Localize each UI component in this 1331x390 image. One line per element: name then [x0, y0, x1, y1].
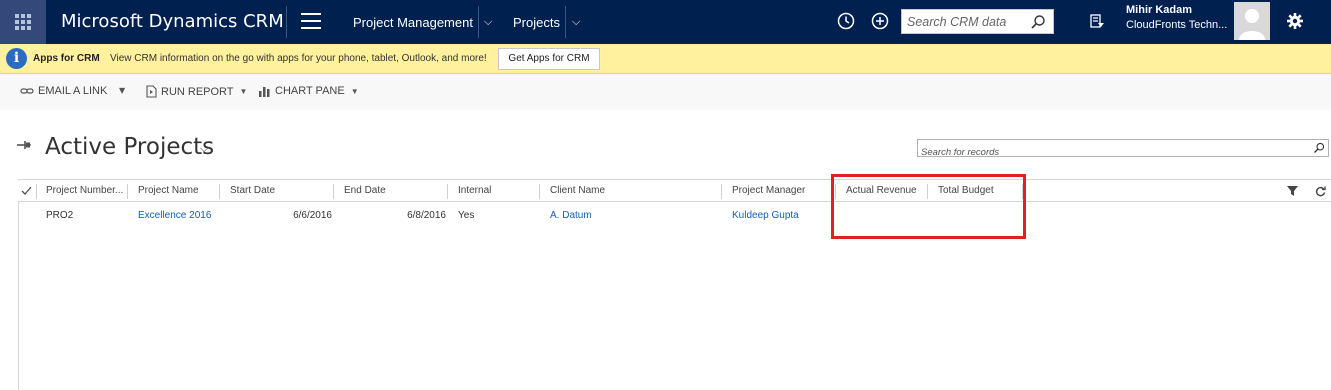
column-divider[interactable] [835, 184, 836, 199]
caret-down-icon: ▼ [239, 87, 248, 96]
column-divider[interactable] [539, 184, 540, 199]
caret-down-icon[interactable]: ▼ [119, 86, 125, 95]
cell-project-name-link[interactable]: Excellence 2016 [138, 210, 211, 221]
email-link-label: EMAIL A LINK [38, 85, 108, 97]
app-launcher-button[interactable] [0, 0, 46, 44]
column-divider[interactable] [927, 184, 928, 199]
column-header-client-name[interactable]: Client Name [550, 180, 700, 202]
link-icon [20, 88, 34, 94]
advanced-find-icon[interactable] [1089, 13, 1105, 29]
chevron-down-icon[interactable]: ⌵ [572, 15, 580, 29]
column-divider[interactable] [1022, 184, 1023, 199]
avatar[interactable] [1234, 2, 1270, 40]
global-search-box[interactable] [901, 9, 1054, 34]
cell-internal: Yes [458, 210, 475, 221]
chart-pane-button[interactable]: CHART PANE ▼ [258, 85, 359, 97]
divider [478, 6, 479, 38]
notification-title: Apps for CRM [33, 53, 100, 64]
hamburger-menu-icon[interactable] [301, 13, 321, 29]
waffle-icon [15, 14, 31, 30]
filter-funnel-icon[interactable] [1287, 186, 1298, 196]
search-icon[interactable] [1313, 142, 1325, 154]
grid-border [18, 202, 19, 390]
cell-end-date: 6/8/2016 [407, 210, 446, 221]
email-link-button[interactable]: EMAIL A LINK [20, 85, 107, 97]
column-header-total-budget[interactable]: Total Budget [938, 180, 1018, 202]
cell-start-date: 6/6/2016 [293, 210, 332, 221]
global-search-input[interactable] [902, 10, 1026, 33]
refresh-icon[interactable] [1315, 186, 1326, 197]
user-avatar-icon [1239, 9, 1265, 40]
select-all-checkmark-icon[interactable] [21, 185, 32, 196]
report-icon [146, 85, 157, 98]
record-search-box[interactable] [917, 139, 1329, 161]
command-bar: EMAIL A LINK ▼ RUN REPORT ▼ CHART PANE ▼ [0, 74, 1331, 110]
column-divider[interactable] [333, 184, 334, 199]
column-header-internal[interactable]: Internal [458, 180, 538, 202]
column-header-project-name[interactable]: Project Name [138, 180, 218, 202]
brand-title[interactable]: Microsoft Dynamics CRM [61, 11, 284, 32]
run-report-button[interactable]: RUN REPORT ▼ [146, 85, 247, 98]
nav-entity-projects[interactable]: Projects [513, 15, 560, 30]
column-divider[interactable] [721, 184, 722, 199]
gear-icon[interactable] [1286, 12, 1304, 30]
top-nav-bar: Microsoft Dynamics CRM Project Managemen… [0, 0, 1331, 44]
notification-message: View CRM information on the go with apps… [110, 53, 487, 64]
recent-clock-icon[interactable] [837, 12, 855, 30]
column-divider [36, 184, 37, 199]
chevron-down-icon[interactable]: ⌵ [200, 142, 208, 156]
chart-icon [259, 87, 270, 97]
cell-project-manager-link[interactable]: Kuldeep Gupta [732, 210, 799, 221]
chart-pane-label: CHART PANE [275, 85, 345, 97]
column-divider[interactable] [127, 184, 128, 199]
column-header-project-manager[interactable]: Project Manager [732, 180, 832, 202]
view-title[interactable]: Active Projects [45, 134, 214, 160]
run-report-label: RUN REPORT [161, 85, 234, 98]
column-header-start-date[interactable]: Start Date [230, 180, 330, 202]
get-apps-button[interactable]: Get Apps for CRM [498, 48, 600, 70]
column-header-project-number[interactable]: Project Number... [46, 180, 126, 202]
cell-client-name-link[interactable]: A. Datum [550, 210, 592, 221]
column-divider[interactable] [219, 184, 220, 199]
user-organization[interactable]: CloudFronts Techn... [1126, 19, 1227, 31]
column-header-end-date[interactable]: End Date [344, 180, 444, 202]
search-icon[interactable] [1030, 14, 1046, 30]
caret-down-icon: ▼ [350, 86, 359, 96]
cell-project-number: PRO2 [46, 210, 74, 221]
chevron-down-icon[interactable]: ⌵ [484, 15, 492, 29]
record-search-input[interactable] [918, 144, 1298, 161]
create-plus-icon[interactable] [871, 12, 889, 30]
notification-bar: i Apps for CRM View CRM information on t… [0, 44, 1331, 74]
column-header-actual-revenue[interactable]: Actual Revenue [846, 180, 926, 202]
grid-header: Project Number... Project Name Start Dat… [18, 179, 1331, 202]
nav-area-project-management[interactable]: Project Management [353, 15, 473, 30]
column-divider[interactable] [447, 184, 448, 199]
divider [565, 6, 566, 38]
pin-icon[interactable] [16, 139, 32, 151]
user-name[interactable]: Mihir Kadam [1126, 4, 1192, 16]
divider [286, 6, 287, 38]
info-icon: i [6, 48, 27, 69]
